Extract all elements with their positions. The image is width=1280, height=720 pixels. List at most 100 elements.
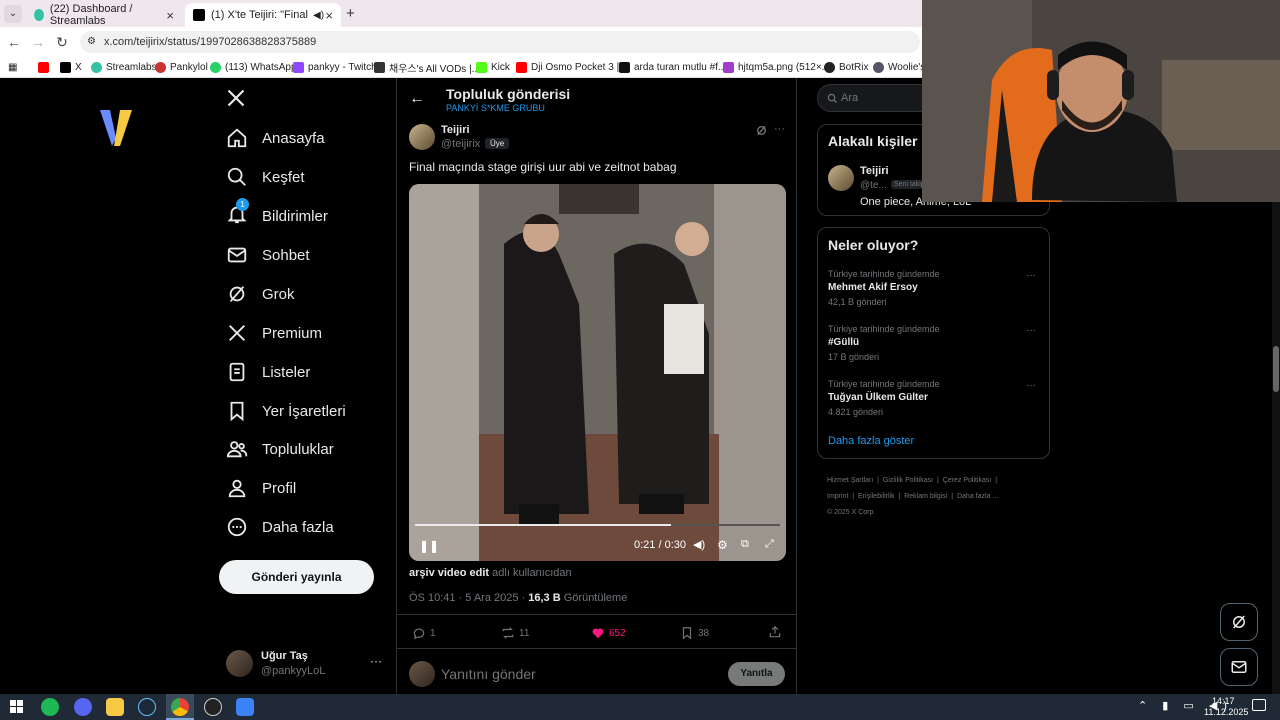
bookmark-kick[interactable]: Kick [476, 59, 510, 75]
nav-profile[interactable]: Profil [222, 469, 296, 507]
close-tab-icon[interactable]: × [166, 8, 174, 23]
bookmark-x[interactable]: X [60, 59, 82, 75]
related-handle[interactable]: @te... [860, 180, 887, 191]
notification-center-icon[interactable] [1252, 699, 1266, 711]
spotify-icon[interactable] [41, 698, 59, 716]
url-field[interactable]: ⚙ x.com/teijirix/status/1997028638828375… [80, 31, 920, 53]
more-icon[interactable]: ··· [1026, 325, 1036, 336]
scrollbar-thumb[interactable] [1273, 346, 1279, 392]
back-icon[interactable]: ← [5, 33, 23, 51]
trend-item[interactable]: Türkiye tarihinde gündemde #Güllü 17 B g… [818, 321, 1051, 373]
nav-lists[interactable]: Listeler [222, 353, 310, 391]
bookmark-image[interactable]: hjtqm5a.png (512×... [723, 59, 830, 75]
bookmark-twitch[interactable]: pankyy - Twitch [293, 59, 377, 75]
grok-icon [1233, 615, 1245, 629]
steam-icon[interactable] [138, 698, 156, 716]
reply-input[interactable] [441, 663, 711, 685]
reload-icon[interactable]: ↻ [53, 33, 71, 51]
bookmark-whatsapp[interactable]: (113) WhatsApp [210, 59, 297, 75]
footer-link[interactable]: Gizlilik Politikası [883, 477, 933, 484]
nav-grok[interactable]: Grok [222, 275, 295, 313]
bookmark-youtube[interactable] [38, 59, 53, 75]
grok-floating-button[interactable] [1220, 603, 1258, 641]
footer-link[interactable]: Erişilebilirlik [858, 493, 895, 500]
speaker-icon[interactable]: ◀) [313, 10, 324, 21]
nav-home[interactable]: Anasayfa [222, 119, 325, 157]
share-icon[interactable] [768, 625, 782, 644]
nav-communities[interactable]: Topluluklar [222, 430, 334, 468]
footer-link[interactable]: Imprint [827, 493, 848, 500]
bookmark-vods[interactable]: 채우스's All VODs |... [374, 59, 480, 75]
search-box[interactable]: Ara [817, 84, 937, 112]
footer-link[interactable]: Hizmet Şartları [827, 477, 873, 484]
post-button[interactable]: Gönderi yayınla [219, 560, 374, 594]
more-icon[interactable]: ··· [1026, 380, 1036, 391]
nav-explore[interactable]: Keşfet [222, 158, 305, 196]
bookmark-streamlabs[interactable]: Streamlabs [91, 59, 157, 75]
bookmark-icon [230, 401, 244, 422]
trend-item[interactable]: Türkiye tarihinde gündemde Tuğyan Ülkem … [818, 376, 1051, 428]
bookmark-tiktok[interactable]: arda turan mutlu #f... [619, 59, 726, 75]
footer-link[interactable]: Daha fazla ... [957, 493, 998, 500]
close-tab-icon[interactable]: × [325, 8, 333, 23]
bookmark-pankylol[interactable]: Pankylol [155, 59, 208, 75]
trend-name: Tuğyan Ülkem Gülter [828, 392, 928, 403]
related-name[interactable]: Teijiri [860, 165, 889, 177]
site-info-icon[interactable]: ⚙ [87, 31, 96, 53]
video-player[interactable]: ❚❚ 0:21 / 0:30 ◀) ⚙ ⧉ ⤢ [409, 184, 786, 561]
bookmark-botrix[interactable]: BotRix [824, 59, 868, 75]
related-avatar[interactable] [828, 165, 854, 191]
author-handle[interactable]: @teijirix [441, 138, 480, 150]
author-avatar[interactable] [409, 124, 435, 150]
attribution-user[interactable]: arşiv video edit [409, 567, 489, 579]
repost-action[interactable]: 11 [501, 626, 529, 640]
taskbar-time[interactable]: 14:17 [1212, 696, 1235, 706]
file-explorer-icon[interactable] [106, 698, 124, 716]
forward-icon[interactable]: → [29, 33, 47, 51]
like-action[interactable]: 652 [591, 626, 626, 640]
video-progress-track[interactable] [415, 524, 780, 526]
more-icon[interactable]: ··· [370, 654, 382, 668]
back-arrow-icon[interactable]: ← [409, 90, 425, 108]
nav-more[interactable]: Daha fazla [222, 508, 334, 546]
nav-notifications[interactable]: 1 Bildirimler [222, 197, 328, 235]
apps-icon[interactable]: ▦ [8, 59, 17, 75]
picture-in-picture-icon[interactable]: ⧉ [741, 538, 749, 551]
nav-premium[interactable]: Premium [222, 314, 322, 352]
tab-x-post[interactable]: (1) X'te Teijiri: "Final maçınd ◀) × [185, 3, 341, 27]
new-tab-button[interactable]: + [346, 5, 355, 22]
obs-icon[interactable] [204, 698, 222, 716]
footer-link[interactable]: Çerez Politikası [943, 477, 992, 484]
discord-icon[interactable] [74, 698, 92, 716]
grok-icon[interactable] [755, 124, 768, 142]
tab-streamlabs[interactable]: (22) Dashboard / Streamlabs × [26, 3, 182, 27]
author-name[interactable]: Teijiri [441, 124, 470, 136]
bookmark-action[interactable]: 38 [680, 626, 709, 640]
tab-search-button[interactable]: ⌄ [4, 5, 22, 23]
nav-messages[interactable]: Sohbet [222, 236, 310, 274]
account-switcher[interactable]: Uğur Taş @pankyyLoL ··· [226, 648, 386, 680]
windows-start-icon[interactable] [10, 700, 23, 713]
app-icon[interactable] [236, 698, 254, 716]
reply-action[interactable]: 1 [412, 626, 436, 640]
more-icon[interactable]: ··· [1026, 270, 1036, 281]
pause-icon[interactable]: ❚❚ [419, 539, 439, 553]
volume-icon[interactable]: ◀) [693, 538, 705, 551]
footer-link[interactable]: Reklam bilgisi [904, 493, 947, 500]
settings-icon[interactable]: ⚙ [717, 538, 728, 552]
bookmark-dji[interactable]: Dji Osmo Pocket 3 |... [516, 59, 628, 75]
trend-item[interactable]: Türkiye tarihinde gündemde Mehmet Akif E… [818, 266, 1051, 318]
reply-button[interactable]: Yanıtla [728, 662, 785, 686]
x-logo-icon[interactable] [226, 88, 246, 113]
post-time[interactable]: ÖS 10:41 · 5 Ara 2025 · [409, 592, 525, 604]
chrome-icon[interactable] [166, 694, 194, 720]
nav-bookmarks[interactable]: Yer İşaretleri [222, 392, 346, 430]
nav-label: Sohbet [262, 246, 310, 264]
more-icon[interactable]: ··· [774, 123, 785, 135]
show-more-link[interactable]: Daha fazla göster [828, 435, 914, 447]
taskbar-date[interactable]: 11.12.2025 [1204, 707, 1248, 717]
nav-label: Daha fazla [262, 518, 334, 536]
community-name[interactable]: PANKYİ S*KME GRUBU [446, 103, 545, 113]
messages-floating-button[interactable] [1220, 648, 1258, 686]
fullscreen-icon[interactable]: ⤢ [765, 538, 774, 551]
